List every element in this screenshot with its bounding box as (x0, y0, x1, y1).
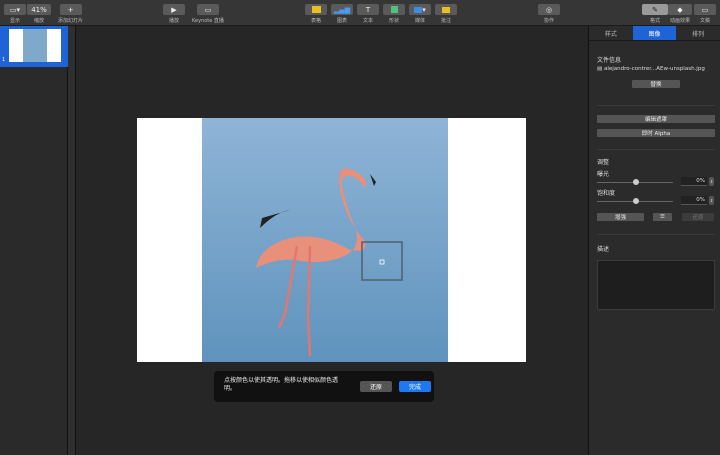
enhance-button[interactable]: 增强 (597, 213, 644, 221)
collaborate-icon: ◎ (538, 4, 560, 15)
add-slide-button[interactable]: + 添加幻灯片 (58, 4, 83, 24)
table-icon (305, 4, 327, 15)
paintbrush-icon: ✎ (642, 4, 668, 15)
slider-knob[interactable] (633, 179, 639, 185)
thumbnail-preview (9, 29, 61, 62)
media-icon: ▾ (409, 4, 431, 15)
revert-button[interactable]: 还原 (360, 381, 392, 392)
laptop-icon: ▭ (196, 4, 219, 15)
replace-button[interactable]: 替换 (632, 80, 680, 88)
shape-icon (383, 4, 405, 15)
collaborate-button[interactable]: ◎ 协作 (538, 4, 560, 24)
tab-style[interactable]: 样式 (589, 26, 633, 40)
exposure-stepper[interactable]: ⇕ (709, 177, 714, 186)
edit-mask-button[interactable]: 编辑遮罩 (597, 115, 715, 123)
tab-image[interactable]: 图像 (632, 26, 677, 40)
toolbar: ▭▾ 显示 41% 缩放 + 添加幻灯片 ▶ 播放 ▭ Keynote 直播 表格 ▂▄▆… (0, 0, 720, 26)
format-button[interactable]: ✎ 格式 (642, 4, 668, 24)
view-button[interactable]: ▭▾ 显示 (4, 4, 26, 24)
divider (597, 234, 715, 235)
flamingo-image[interactable] (202, 118, 448, 362)
exposure-field[interactable]: 0% (681, 177, 707, 186)
exposure-slider[interactable] (597, 179, 673, 185)
animate-icon: ◆ (668, 4, 692, 15)
saturation-slider[interactable] (597, 198, 673, 204)
document-button[interactable]: ▭ 文稿 (694, 4, 716, 24)
file-name: ▤ alejandro-contrer...AEw-unsplash.jpg (597, 66, 705, 72)
description-field[interactable] (597, 260, 715, 310)
table-button[interactable]: 表格 (305, 4, 327, 24)
file-icon: ▤ (597, 66, 604, 72)
document-icon: ▭ (694, 4, 716, 15)
navigator-scrollbar[interactable] (68, 26, 76, 455)
divider (597, 105, 715, 106)
done-button[interactable]: 完成 (399, 381, 431, 392)
saturation-field[interactable]: 0% (681, 196, 707, 205)
saturation-stepper[interactable]: ⇕ (709, 196, 714, 205)
format-inspector: 样式 图像 排列 文件信息 ▤ alejandro-contrer...AEw-… (588, 26, 720, 455)
media-button[interactable]: ▾ 媒体 (409, 4, 431, 24)
text-button[interactable]: T 文本 (357, 4, 379, 24)
comment-button[interactable]: 批注 (435, 4, 457, 24)
slide-navigator (0, 26, 68, 455)
shape-button[interactable]: 形状 (383, 4, 405, 24)
instant-alpha-dialog: 点按颜色以使其透明。拖移以使相似颜色透明。 还原 完成 (214, 371, 434, 402)
plus-icon: + (59, 4, 82, 15)
sidebar-icon: ▭▾ (4, 4, 26, 15)
keynote-live-button[interactable]: ▭ Keynote 直播 (192, 4, 224, 24)
reset-button[interactable]: 还原 (682, 213, 714, 221)
chart-icon: ▂▄▆ (331, 4, 353, 15)
comment-icon (435, 4, 457, 15)
levels-icon[interactable]: ☰ (653, 213, 672, 221)
chart-button[interactable]: ▂▄▆ 图表 (331, 4, 353, 24)
tab-arrange[interactable]: 排列 (676, 26, 720, 40)
slider-knob[interactable] (633, 198, 639, 204)
text-icon: T (357, 4, 379, 15)
divider (597, 149, 715, 150)
instant-alpha-button[interactable]: 即时 Alpha (597, 129, 715, 137)
zoom-button[interactable]: 41% 缩放 (27, 4, 51, 24)
play-button[interactable]: ▶ 播放 (163, 4, 185, 24)
animate-button[interactable]: ◆ 动画效果 (668, 4, 692, 24)
play-icon: ▶ (163, 4, 185, 15)
slide-thumbnail-1[interactable]: 1 (0, 26, 68, 67)
